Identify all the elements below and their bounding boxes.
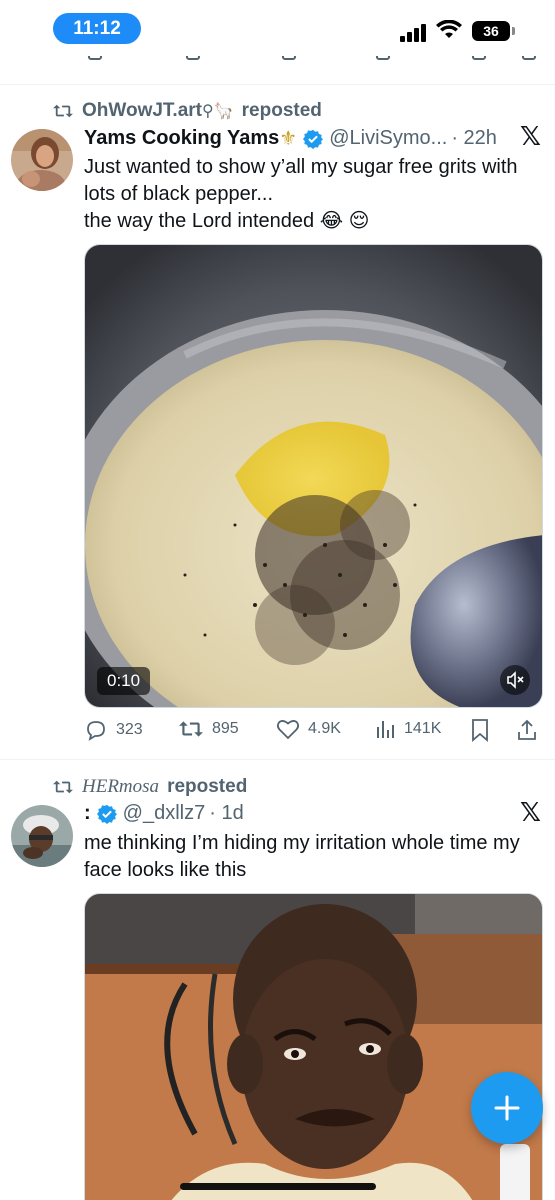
views-button[interactable]: 141K [374,718,441,740]
reply-icon [87,721,105,741]
repost-user[interactable]: HERmosa [82,776,159,798]
home-indicator[interactable] [180,1183,376,1190]
mute-button[interactable] [500,665,530,695]
repost-user[interactable]: OhWowJT.art [82,100,202,122]
tweet-image[interactable] [84,893,543,1200]
user-handle[interactable]: @_dxllz7 [123,802,206,825]
views-icon [377,721,394,738]
divider [0,84,555,85]
tweet-text-line: me thinking I’m hiding my irritation who… [84,832,520,854]
battery-tip [512,27,515,35]
tweet-text: me thinking I’m hiding my irritation who… [84,830,544,884]
retweet-icon [179,721,203,737]
like-button[interactable]: 4.9K [276,718,341,740]
tweet-video[interactable]: 0:10 [84,244,543,708]
tweet-text-line: face looks like this [84,859,247,881]
name-emoji: ⚜ [279,128,298,150]
display-name[interactable]: Yams Cooking Yams [84,127,279,150]
x-logo-icon[interactable]: 𝕏 [520,122,541,152]
reply-count: 323 [116,721,143,738]
repost-button[interactable]: 895 [178,718,239,740]
views-count: 141K [404,720,442,737]
avatar[interactable] [11,805,73,867]
video-duration: 0:10 [97,667,151,695]
like-count: 4.9K [308,720,341,737]
bookmark-icon [472,719,488,742]
mute-icon [507,671,524,689]
video-frame [85,245,542,707]
verified-badge-icon [96,804,117,824]
wifi-icon [436,20,462,38]
repost-label: reposted [167,776,248,797]
status-bar: 11:12 36 [0,0,555,58]
status-time: 11:12 [53,13,141,44]
tweet-actions: 323 895 4.9K 141K [84,718,544,744]
repost-count: 895 [212,720,239,737]
tweet-header: : @_dxllz7 · 1d [84,802,244,825]
verified-badge-icon [303,129,324,149]
repost-label: reposted [241,100,322,121]
previous-tweet-actions [0,56,555,64]
repost-context[interactable]: OhWowJT.art ⚲🦙 reposted [52,100,322,122]
reply-button[interactable]: 323 [84,718,143,742]
retweet-icon [53,780,73,794]
share-icon [518,719,536,740]
compose-button[interactable] [471,1072,543,1144]
tweet-text-line: Just wanted to show y’all my sugar free … [84,156,518,178]
display-name[interactable]: : [84,802,91,825]
cellular-signal-icon [400,24,430,42]
bookmark-button[interactable] [470,718,490,742]
compose-icon [494,1095,520,1121]
tweet-text: Just wanted to show y’all my sugar free … [84,154,544,235]
avatar[interactable] [11,129,73,191]
repost-user-emoji: ⚲🦙 [202,103,234,120]
tweet-time[interactable]: · 22h [451,127,497,150]
tweet-text-line: lots of black pepper... [84,183,274,205]
retweet-icon [53,104,73,118]
x-logo-icon[interactable]: 𝕏 [520,798,541,828]
image-frame [85,894,542,1200]
repost-context[interactable]: HERmosa reposted [52,776,247,798]
like-icon [276,720,300,740]
tweet-header: Yams Cooking Yams ⚜ @LiviSymo... · 22h [84,126,497,151]
divider [0,759,555,760]
user-handle[interactable]: @LiviSymo... [329,127,447,150]
share-button[interactable] [516,718,538,742]
battery-indicator: 36 [472,21,510,41]
tweet-time[interactable]: · 1d [209,802,243,825]
tweet-text-line: the way the Lord intended 😂 😌 [84,210,370,232]
